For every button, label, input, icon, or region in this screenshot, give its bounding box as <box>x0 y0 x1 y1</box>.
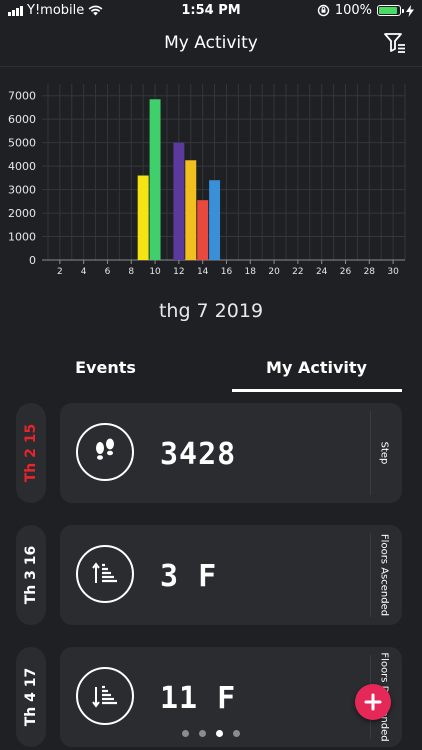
y-tick-label: 4000 <box>8 160 36 173</box>
page-dot[interactable] <box>199 730 206 737</box>
tab-events[interactable]: Events <box>0 356 211 380</box>
card-divider <box>370 533 371 617</box>
status-right: 100% <box>317 3 414 18</box>
x-tick-label: 24 <box>316 267 328 277</box>
month-label: thg 7 2019 <box>158 300 264 322</box>
y-tick-label: 3000 <box>8 184 36 197</box>
y-tick-label: 5000 <box>8 137 36 150</box>
status-bar: Y!mobile 1:54 PM 100% <box>0 0 422 22</box>
charging-bolt-icon <box>406 4 414 17</box>
page-dot[interactable] <box>216 730 223 737</box>
rotation-lock-icon <box>317 4 330 17</box>
page-dot[interactable] <box>233 730 240 737</box>
active-tab-indicator <box>232 389 402 392</box>
x-tick-label: 10 <box>149 267 161 277</box>
activity-row-steps[interactable]: Th 2 15 3428 Step <box>16 403 402 503</box>
y-tick-label: 0 <box>29 254 36 267</box>
activity-card[interactable]: 3428 Step <box>60 403 402 503</box>
x-tick-label: 8 <box>128 267 134 277</box>
activity-type-label: Floors Ascended <box>378 533 390 617</box>
activity-bar-chart: 010002000300040005000600070002 4 6 8 10 12 14 1… <box>8 84 406 277</box>
x-tick-label: 18 <box>245 267 257 277</box>
date-label: Th 4 17 <box>23 667 39 727</box>
activity-card[interactable]: 3 F Floors Ascended <box>60 525 402 625</box>
x-tick-label: 12 <box>173 267 184 277</box>
x-tick-label: 20 <box>268 267 280 277</box>
page-title: My Activity <box>164 33 258 53</box>
date-label: Th 3 16 <box>23 545 39 605</box>
x-tick-label: 26 <box>340 267 352 277</box>
floors-ascended-icon <box>92 562 117 583</box>
plus-icon <box>364 693 382 711</box>
page-dot[interactable] <box>182 730 189 737</box>
y-tick-label: 2000 <box>8 207 36 220</box>
chart-bar <box>149 99 161 261</box>
footprints-icon <box>96 438 114 460</box>
icon-circle <box>76 545 134 603</box>
x-tick-label: 22 <box>292 267 303 277</box>
x-tick-label: 30 <box>387 267 399 277</box>
floors-descended-icon <box>92 685 117 708</box>
x-tick-label: 4 <box>81 267 87 277</box>
page-indicator[interactable] <box>0 730 422 737</box>
filter-button[interactable] <box>382 30 408 56</box>
chart-bar <box>185 160 197 260</box>
add-button[interactable] <box>355 684 391 720</box>
chart-bar <box>197 200 209 260</box>
y-tick-label: 1000 <box>8 231 36 244</box>
icon-circle <box>76 423 134 481</box>
battery-fill <box>379 7 397 14</box>
battery-percent: 100% <box>334 3 372 18</box>
chart-bar <box>209 180 221 260</box>
date-pill: Th 3 16 <box>16 525 46 625</box>
activity-type-label: Step <box>378 441 390 465</box>
x-tick-label: 2 <box>57 267 63 277</box>
x-tick-label: 14 <box>197 267 209 277</box>
date-pill: Th 2 15 <box>16 403 46 503</box>
x-tick-label: 16 <box>221 267 233 277</box>
chart-bar <box>137 175 149 260</box>
chart-bar <box>173 142 185 260</box>
date-label: Th 2 15 <box>23 423 39 483</box>
y-tick-label: 6000 <box>8 113 36 126</box>
x-tick-label: 28 <box>364 267 376 277</box>
icon-circle <box>76 667 134 725</box>
activity-row-floors-ascended[interactable]: Th 3 16 3 F Floors Ascended <box>16 525 402 625</box>
activity-value: 3 F <box>160 559 218 594</box>
x-tick-label: 6 <box>105 267 111 277</box>
filter-icon <box>384 33 405 53</box>
card-divider <box>370 411 371 495</box>
y-tick-label: 7000 <box>8 90 36 103</box>
battery-icon <box>377 5 404 16</box>
activity-value: 3428 <box>160 437 237 472</box>
tab-my-activity[interactable]: My Activity <box>211 356 422 380</box>
activity-value: 11 F <box>160 681 237 716</box>
nav-divider <box>0 66 422 67</box>
tab-bar: Events My Activity <box>0 356 422 392</box>
